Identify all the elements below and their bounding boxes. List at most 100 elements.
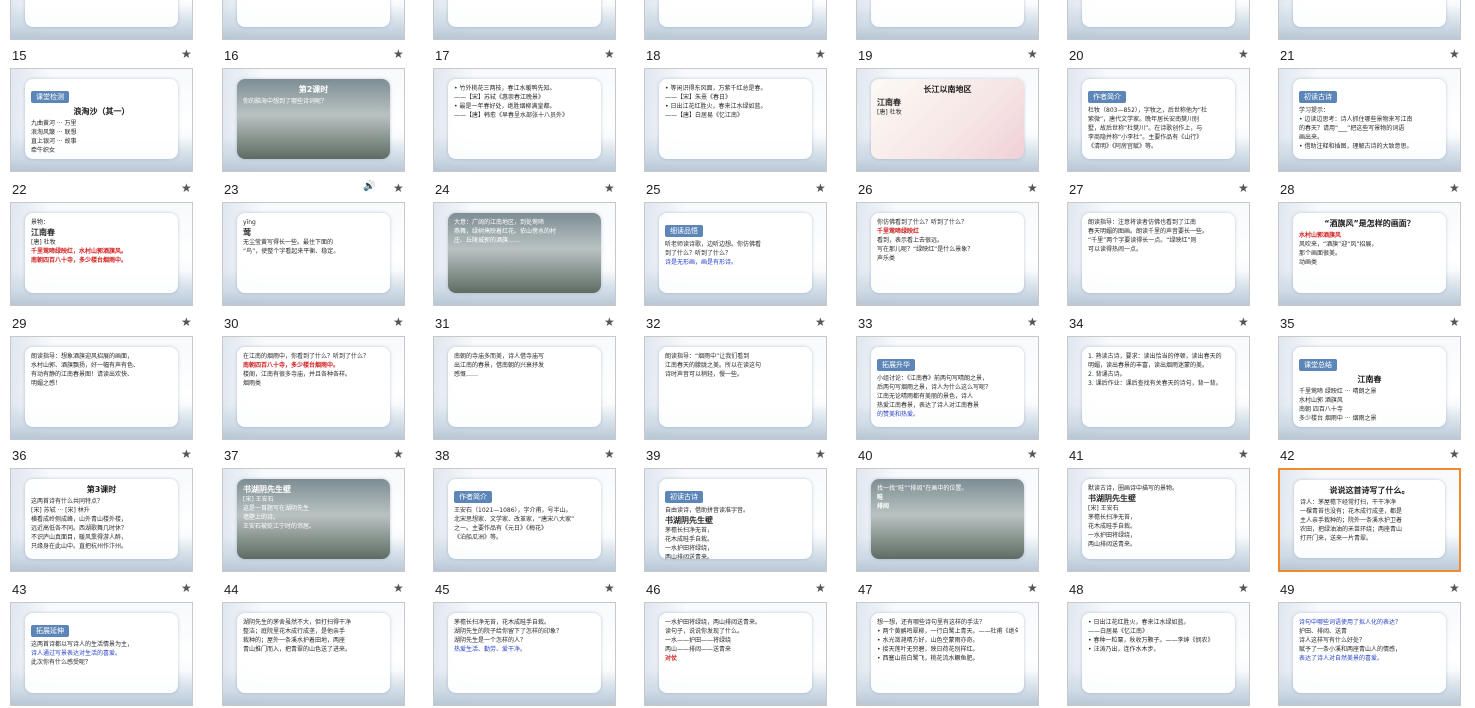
slide-thumbnail[interactable]: • 等闲识得东风面，万紫千红总是春。 ——【宋】朱熹《春日》 • 日出江花红胜火，春… <box>644 68 827 172</box>
slide-thumbnail[interactable]: 默读古诗，圈画诗中描写的景物。 书湖阴先生壁 [宋] 王安石 茅檐长扫净无苔， 花木成畦… <box>1067 468 1250 572</box>
star-icon[interactable]: ★ <box>815 447 826 461</box>
slide-thumbnail[interactable]: 想一想，还有哪些诗句里有这样的手法？ • 两个黄鹂鸣翠柳，一行白鹭上青天。——杜甫… <box>856 602 1039 706</box>
slide-thumbnail[interactable]: 课堂检测 浪淘沙（其一） 九曲黄河 ··· 万里 浪淘风簸 ··· 联想 直上银河 ··… <box>10 68 193 172</box>
slide-thumbnail[interactable]: 长江以南地区 江南春 [唐] 杜牧 <box>856 68 1039 172</box>
slide-thumbnail[interactable]: 拓展延伸 这两首诗都以写诗人的生活情景为主， 诗人通过写景表达对生活的喜爱。 此次你有… <box>10 602 193 706</box>
slide-thumbnail[interactable]: • 日出江花红胜火，春来江水绿如蓝。 ——白居易《忆江南》 • 春种一粒粟，秋收万颗… <box>1067 602 1250 706</box>
slide-text-line: 南朝四百八十寺，多少楼台烟雨中。 <box>31 257 128 264</box>
slide-number: 18 <box>646 48 661 63</box>
slide-thumbnail[interactable]: 湖阴先生的茅舍虽然不大，但打扫得干净 整洁；庭院里花木成行成垄，是他亲手 栽种的；屋… <box>222 602 405 706</box>
star-icon[interactable]: ★ <box>1449 181 1460 195</box>
slide-thumbnail[interactable]: 作者简介 王安石（1021—1086），字介甫，号半山。 北宋思想家、文学家、改革家… <box>433 468 616 572</box>
slide-thumbnail[interactable]: …诗词好好就理合… <box>433 0 616 40</box>
slide-thumbnail[interactable]: 找一找“畦”“排闼”在画中的位置。畦排闼 <box>856 468 1039 572</box>
star-icon[interactable]: ★ <box>393 181 404 195</box>
star-icon[interactable]: ★ <box>1238 181 1249 195</box>
slide-thumbnail[interactable]: 南朝的寺庙多而美，诗人借寺庙写 出江南的春景，借南朝的兴衰抒发 感慨…… <box>433 336 616 440</box>
star-icon[interactable]: ★ <box>181 47 192 61</box>
star-icon[interactable]: ★ <box>181 181 192 195</box>
star-icon[interactable]: ★ <box>393 581 404 595</box>
star-icon[interactable]: ★ <box>1027 581 1038 595</box>
star-icon[interactable]: ★ <box>604 181 615 195</box>
star-icon[interactable]: ★ <box>604 447 615 461</box>
slide-text-line: 诗人：茅屋檐下经常打扫，干干净净 <box>1300 499 1397 506</box>
slide-thumbnail[interactable]: 诗句中哪些词语使用了拟人化的表达？ 护田、排闼、送青 诗人这样写有什么好处？ 赋予了一… <box>1278 602 1461 706</box>
slide-thumbnail[interactable]: 关的古代文化常识，有助于我们理解古诗的意思。 <box>856 0 1039 40</box>
star-icon[interactable]: ★ <box>1027 47 1038 61</box>
star-icon[interactable]: ★ <box>604 581 615 595</box>
audio-icon[interactable]: 🔊 <box>363 181 375 192</box>
slide-thumbnail[interactable]: “酒旗风”是怎样的画面？ 水村山郭酒旗风 风吹来，“酒旗”迎“风”招展， 那个画面很美… <box>1278 202 1461 306</box>
slide-text-line: 九曲黄河 ··· 万里 <box>31 120 77 127</box>
slide-thumbnail[interactable]: 在江南的烟雨中，你看到了什么？听到了什么？ 南朝四百八十寺，多少楼台烟雨中。 楼阁，… <box>222 336 405 440</box>
star-icon[interactable]: ★ <box>1027 447 1038 461</box>
star-icon[interactable]: ★ <box>1238 47 1249 61</box>
slide-thumbnail[interactable]: 第2课时 你的脑海中想到了哪些诗词呢？ <box>222 68 405 172</box>
star-icon[interactable]: ★ <box>393 315 404 329</box>
slide-thumbnail[interactable]: 初读古诗 自由读诗，借助拼音读准字音。 书湖阴先生壁 茅檐长扫净无苔， 花木成畦手自栽。… <box>644 468 827 572</box>
slide-thumbnail[interactable] <box>222 0 405 40</box>
star-icon[interactable]: ★ <box>1449 447 1460 461</box>
slide-title: 长江以南地区 <box>923 85 972 94</box>
slide-thumbnail[interactable]: 景物： 江南春 [唐] 杜牧 千里莺啼绿映红，水村山郭酒旗风。 南朝四百八十寺，多少楼台… <box>10 202 193 306</box>
slide-thumbnail[interactable]: 诗人联想到了哪个传说故事？嫦娥奔月 <box>1278 0 1461 40</box>
slide-number: 25 <box>646 182 661 197</box>
slide-thumbnail[interactable]: yīng 莺无尘莹黄写得长一些。最住下面的 “鸟”，使整个字看起来平衡、稳定。 <box>222 202 405 306</box>
star-icon[interactable]: ★ <box>1027 315 1038 329</box>
slide-thumbnail[interactable]: • 竹外桃花三两枝，春江水暖鸭先知。 ——【宋】苏轼《惠崇春江晚景》 • 最是一年春… <box>433 68 616 172</box>
slide-content-card: • 日出江花红胜火，春来江水绿如蓝。 ——白居易《忆江南》 • 春种一粒粟，秋收万颗… <box>1082 613 1235 693</box>
star-icon[interactable]: ★ <box>181 315 192 329</box>
star-icon[interactable]: ★ <box>181 581 192 595</box>
slide-text-line: 到了什么？听到了什么？ <box>665 250 732 257</box>
star-icon[interactable]: ★ <box>815 47 826 61</box>
slide-content-card: 拓展延伸 这两首诗都以写诗人的生活情景为主， 诗人通过写景表达对生活的喜爱。 此次你有… <box>25 613 178 693</box>
slide-thumbnail[interactable]: 茅檐长扫净无苔，花木成畦手自栽。 湖阴先生的院子给你留下了怎样的印象？ 湖阴先生是一… <box>433 602 616 706</box>
star-icon[interactable]: ★ <box>815 181 826 195</box>
star-icon[interactable]: ★ <box>604 47 615 61</box>
star-icon[interactable]: ★ <box>1449 315 1460 329</box>
star-icon[interactable]: ★ <box>1238 315 1249 329</box>
slide-thumbnail[interactable]: 课堂总结 江南春 千里莺啼 绿映红 ··· 晴朗之景 水村山郭 酒旗风 南朝 四百八十寺… <box>1278 336 1461 440</box>
star-icon[interactable]: ★ <box>815 315 826 329</box>
slide-text-line: ——白居易《忆江南》 <box>1088 628 1149 635</box>
slide-thumbnail[interactable]: 说说这首诗写了什么。 诗人：茅屋檐下经常打扫，干干净净 一棵青苔也没有；花木成行成垄… <box>1278 468 1461 572</box>
slide-content-card: yīng 莺无尘莹黄写得长一些。最住下面的 “鸟”，使整个字看起来平衡、稳定。 <box>237 213 390 293</box>
star-icon[interactable]: ★ <box>181 447 192 461</box>
slide-text-line: 这两首诗有什么共同特点？ <box>31 498 104 505</box>
star-icon[interactable]: ★ <box>1449 581 1460 595</box>
star-icon[interactable]: ★ <box>393 447 404 461</box>
slide-thumbnail[interactable]: 初读古诗 学习提示： • 边读边思考：诗人抓住哪些景物来写江南 的春天？请用“___”… <box>1278 68 1461 172</box>
slide-thumbnail[interactable]: 拓展升华 小组讨论：《江南春》前两句写晴朗之景， 后两句写烟雨之景，诗人为什么这么写… <box>856 336 1039 440</box>
slide-thumbnail[interactable]: 朗读指导：注意将读者仿佛也看到了江南 春天明媚的图画。朗读千里的声音要长一些。 “千… <box>1067 202 1250 306</box>
slide-number: 32 <box>646 316 661 331</box>
slide-thumbnail[interactable]: 你仿佛看到了什么？听到了什么？ 千里莺啼绿映红 看到，表示看上去很远。 写在那儿呢？“… <box>856 202 1039 306</box>
slide-text-line: 那个画面很美。 <box>1299 250 1342 257</box>
slide-text-line: ——【唐】白居易《忆江南》 <box>665 112 744 119</box>
slide-text-line: “千里”两个字要读得长一点。“绿映红”则 <box>1088 237 1197 244</box>
star-icon[interactable]: ★ <box>1449 47 1460 61</box>
star-icon[interactable]: ★ <box>1027 181 1038 195</box>
slide-thumbnail[interactable]: 作者简介 杜牧（803—852），字牧之，后世称他为“杜 紫微”，唐代文学家。晚年居… <box>1067 68 1250 172</box>
slide-thumbnail[interactable] <box>644 0 827 40</box>
slide-thumbnail[interactable]: 朗读指导：想象酒旗迎风招展的画面， 水村山郭、酒旗飘扬，好一幅有声有色、 有动有静的… <box>10 336 193 440</box>
star-icon[interactable]: ★ <box>393 47 404 61</box>
star-icon[interactable]: ★ <box>604 315 615 329</box>
slide-text-line: 两山排闼送青来。 <box>1088 541 1137 548</box>
slide-thumbnail[interactable]: 大意：广阔的江南地区，到处莺啼 燕舞，绿树掩映着红花。依山傍水的村 庄、丘陵城郭的酒… <box>433 202 616 306</box>
slide-thumbnail[interactable]: 书湖阴先生壁 [宋] 王安石 这是一首题写在湖阴先生 墙壁上的诗。 王安石被贬江宁时的邻… <box>222 468 405 572</box>
slide-thumbnail[interactable]: 细读品悟 听老师读诗歌，边听边想。你仿佛看 到了什么？听到了什么？ 诗是无形画，画是有… <box>644 202 827 306</box>
slide-text-line: 花木成畦手自栽。 <box>665 536 714 543</box>
slide-thumbnail[interactable]: 等。由逐渐领短到朗读全诗。尝试背诵、默写古诗。 <box>1067 0 1250 40</box>
slide-text-line: 千里莺啼 绿映红 ··· 晴朗之景 <box>1299 388 1377 395</box>
star-icon[interactable]: ★ <box>1238 581 1249 595</box>
star-icon[interactable]: ★ <box>1238 447 1249 461</box>
slide-thumbnail[interactable]: 第3课时 这两首诗有什么共同特点？ [宋] 苏轼 ··· [宋] 林升 横看成岭侧成峰… <box>10 468 193 572</box>
slide-content-card: 想一想，还有哪些诗句里有这样的手法？ • 两个黄鹂鸣翠柳，一行白鹭上青天。——杜甫… <box>871 613 1024 693</box>
slide-thumbnail[interactable]: 一水护田将绿绕，两山排闼送青来。 读句子，说说你发现了什么。 一水——护田——将绿绕… <box>644 602 827 706</box>
star-icon[interactable]: ★ <box>815 581 826 595</box>
slide-thumbnail[interactable]: 1. 熟读古诗，要求：读出恰当的停顿，读出春天的 明媚，读出春景的丰富，读出烟雨迷… <box>1067 336 1250 440</box>
slide-thumbnail[interactable]: …字诗上和是可以… <box>10 0 193 40</box>
slide-text-line: 李商隐并称“小李杜”。主要作品有《山行》 <box>1088 134 1203 141</box>
slide-thumbnail[interactable]: 朗读指导：“烟雨中”让我们看到 江南春天的朦胧之美。所以在读这句 诗时声音可以稍轻，… <box>644 336 827 440</box>
slide-text-line: 学习提示： <box>1299 107 1330 114</box>
